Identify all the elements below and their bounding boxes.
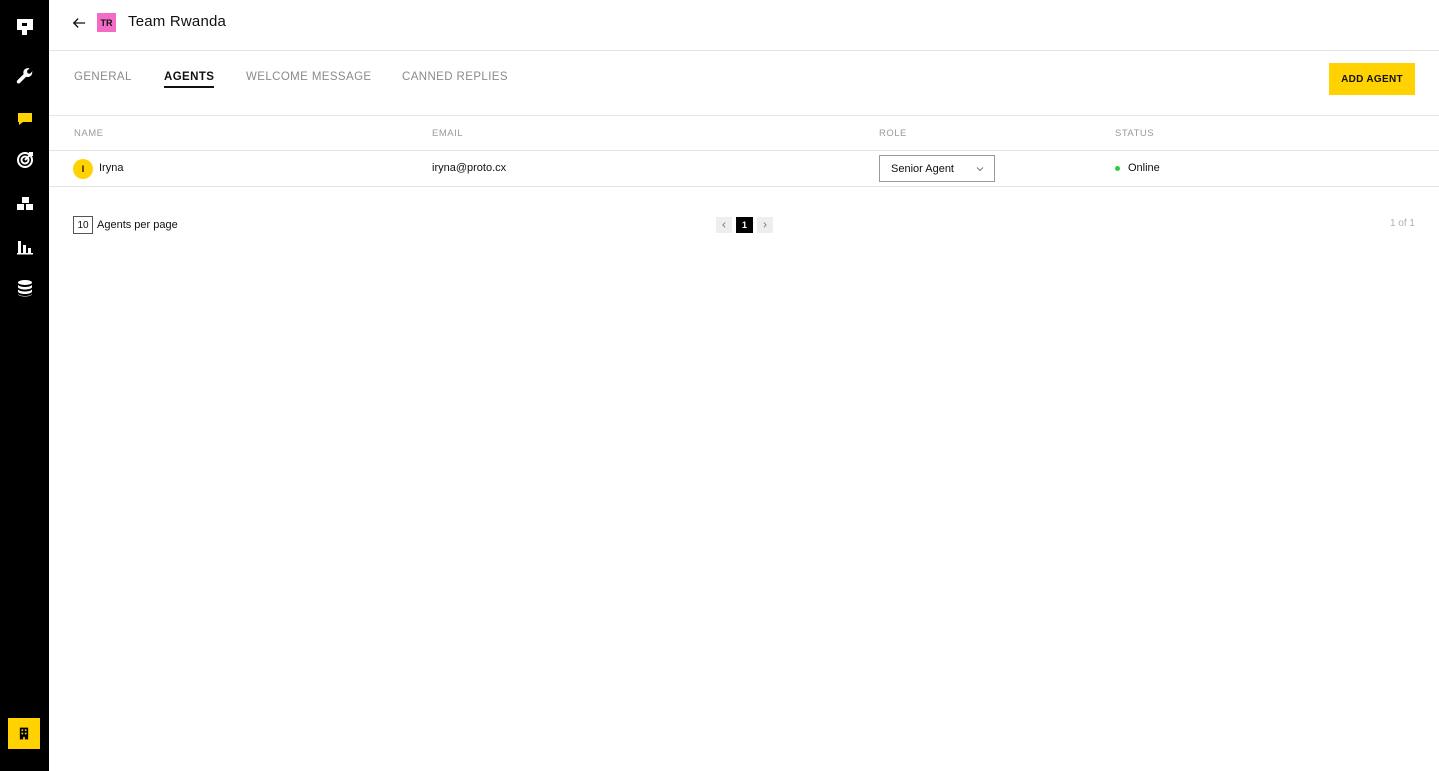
page-header: TR Team Rwanda [49, 0, 1439, 51]
table-header: NAME EMAIL ROLE STATUS [49, 116, 1439, 151]
role-select[interactable]: Senior Agent [879, 155, 995, 182]
previous-page-button[interactable] [716, 217, 732, 233]
column-header-role[interactable]: ROLE [879, 128, 907, 139]
agents-table: NAME EMAIL ROLE STATUS I Iryna iryna@pro… [49, 116, 1439, 187]
page-number-button[interactable]: 1 [736, 217, 753, 233]
tab-canned-replies[interactable]: CANNED REPLIES [402, 71, 508, 86]
per-page-input[interactable]: 10 [73, 216, 93, 234]
status-label: Online [1128, 162, 1160, 174]
column-header-email[interactable]: EMAIL [432, 128, 463, 139]
status-indicator: Online [1115, 162, 1160, 174]
pagination: 10 Agents per page 1 1 of 1 [49, 214, 1439, 236]
status-dot [1115, 165, 1120, 171]
tab-general[interactable]: GENERAL [74, 71, 132, 86]
target-icon[interactable] [12, 147, 37, 172]
tab-welcome-message[interactable]: WELCOME MESSAGE [246, 71, 372, 86]
building-icon [19, 727, 29, 740]
role-select-value: Senior Agent [891, 162, 954, 175]
column-header-name[interactable]: NAME [74, 128, 103, 139]
database-icon[interactable] [12, 275, 37, 300]
avatar: I [73, 159, 93, 179]
chevron-down-icon [976, 167, 984, 172]
organization-button[interactable] [8, 718, 40, 749]
chevron-right-icon [763, 222, 767, 228]
team-badge: TR [97, 13, 116, 32]
agent-name: Iryna [99, 162, 124, 174]
table-row: I Iryna iryna@proto.cx Senior Agent Onli… [49, 151, 1439, 187]
tabs-bar: GENERAL AGENTS WELCOME MESSAGE CANNED RE… [49, 51, 1439, 116]
add-agent-button[interactable]: ADD AGENT [1329, 63, 1415, 95]
blocks-icon[interactable] [12, 190, 37, 215]
wrench-icon[interactable] [12, 63, 37, 88]
column-header-status[interactable]: STATUS [1115, 128, 1154, 139]
arrow-left-icon [72, 18, 86, 28]
per-page-label: Agents per page [97, 219, 178, 231]
logo-icon[interactable] [12, 14, 37, 39]
sidebar [0, 0, 49, 771]
page-title: Team Rwanda [128, 13, 227, 30]
bar-chart-icon[interactable] [12, 233, 37, 258]
next-page-button[interactable] [757, 217, 773, 233]
tab-agents[interactable]: AGENTS [164, 71, 215, 88]
chat-icon[interactable] [12, 106, 37, 131]
chevron-left-icon [722, 222, 726, 228]
back-button[interactable] [69, 13, 89, 33]
agent-email: iryna@proto.cx [432, 162, 507, 174]
page-count: 1 of 1 [1389, 218, 1415, 229]
